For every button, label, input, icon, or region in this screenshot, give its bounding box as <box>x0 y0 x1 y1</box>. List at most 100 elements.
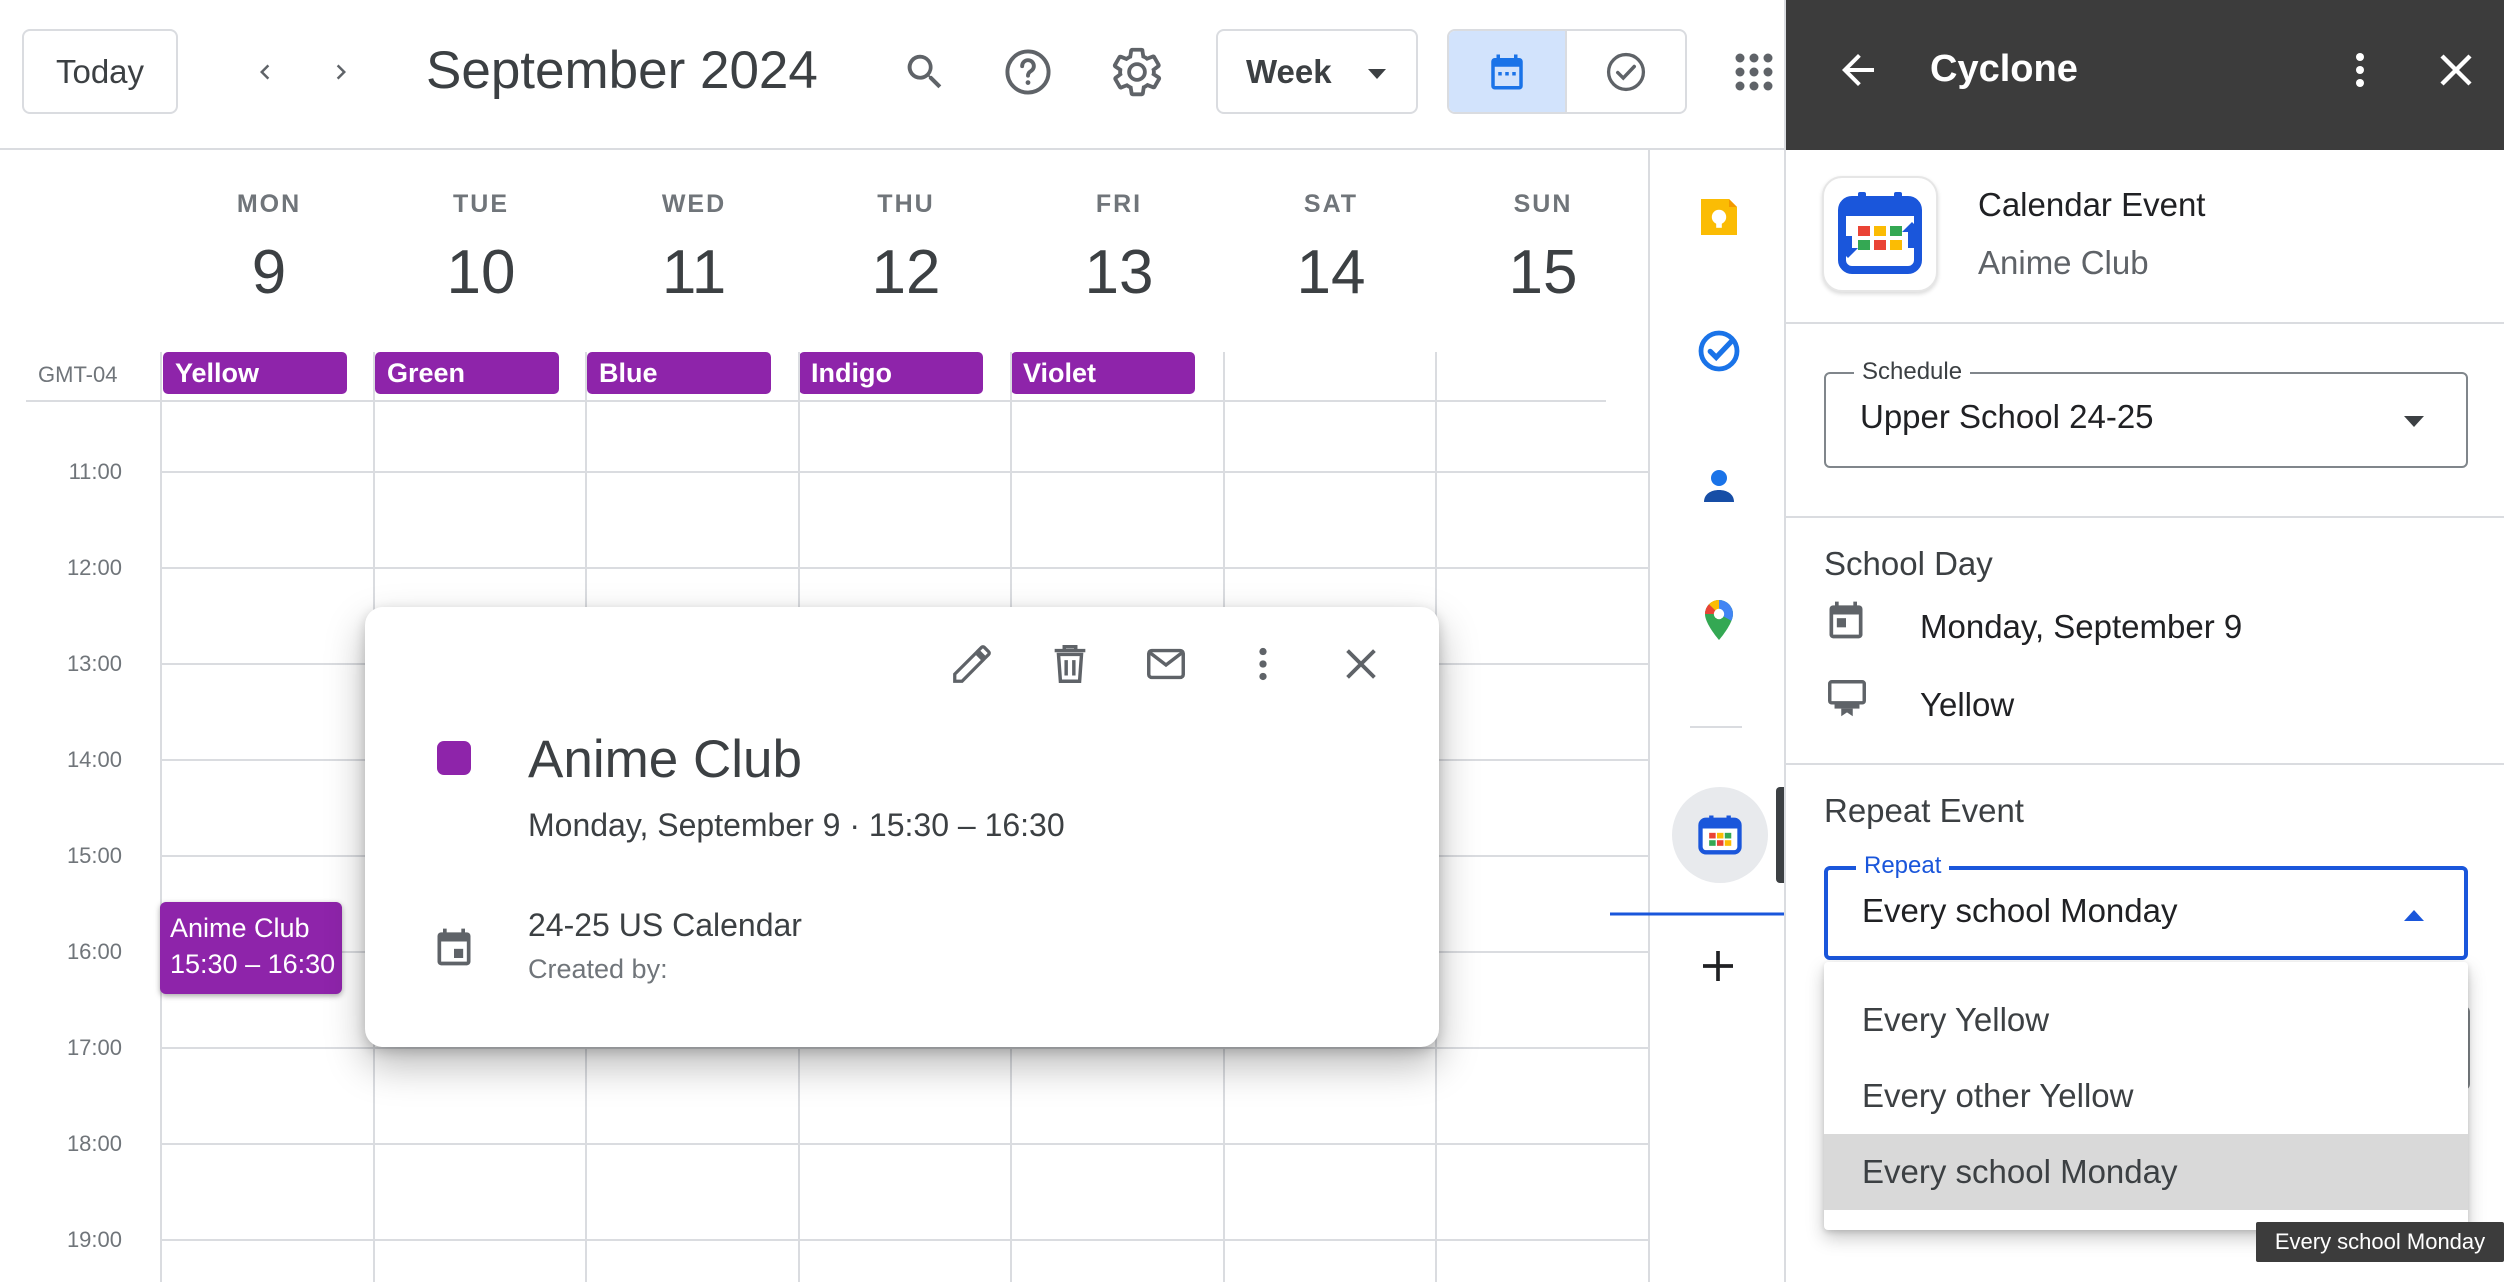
back-arrow-icon[interactable] <box>1834 46 1882 94</box>
calendar-toolbar: Today September 2024 Week <box>0 0 1784 150</box>
repeat-option[interactable]: Every Yellow <box>1824 982 2468 1058</box>
day-header-fri[interactable]: FRI 13 <box>1013 190 1225 308</box>
schedule-select[interactable]: Schedule Upper School 24-25 <box>1824 358 2468 468</box>
calendar-view-icon[interactable] <box>1449 31 1567 112</box>
calendar-day-icon <box>1824 598 1868 642</box>
all-day-chip[interactable]: Yellow <box>163 352 347 394</box>
hour-line <box>160 1143 1650 1145</box>
chevron-down-icon <box>2404 416 2424 427</box>
day-column-divider <box>160 352 162 1282</box>
repeat-event-title: Repeat Event <box>1824 792 2024 829</box>
day-header-sat[interactable]: SAT 14 <box>1225 190 1437 308</box>
gear-icon[interactable] <box>1102 37 1172 107</box>
day-name: TUE <box>453 190 509 218</box>
popover-when: Monday, September 9 · 15:30 – 16:30 <box>528 807 1065 843</box>
day-name: THU <box>877 190 935 218</box>
event-title: Anime Club <box>170 913 310 943</box>
tooltip: Every school Monday <box>2256 1222 2504 1262</box>
search-icon[interactable] <box>890 37 960 107</box>
more-vert-icon[interactable] <box>1240 641 1286 687</box>
more-vert-icon[interactable] <box>2336 46 2384 94</box>
all-day-chip[interactable]: Indigo <box>799 352 983 394</box>
hour-line <box>160 471 1650 473</box>
repeat-options-menu: Every Yellow Every other Yellow Every sc… <box>1824 962 2468 1230</box>
tasks-icon[interactable] <box>1695 327 1743 375</box>
event-details-popover: Anime Club Monday, September 9 · 15:30 –… <box>365 607 1439 1047</box>
chevron-up-icon <box>2404 910 2424 921</box>
hour-label: 12:00 <box>66 555 122 580</box>
trash-icon[interactable] <box>1047 641 1093 687</box>
day-number: 10 <box>446 238 516 307</box>
apps-grid-icon[interactable] <box>1734 52 1774 92</box>
chevron-right-icon[interactable] <box>306 37 376 107</box>
repeat-option-selected[interactable]: Every school Monday <box>1824 1134 2468 1210</box>
popover-created-by: Created by: <box>528 954 668 984</box>
hour-label: 17:00 <box>66 1035 122 1060</box>
hour-label: 15:00 <box>66 843 122 868</box>
day-header-mon[interactable]: MON 9 <box>163 190 375 308</box>
close-icon[interactable] <box>2432 46 2480 94</box>
cyclone-addon-icon[interactable] <box>1694 809 1746 861</box>
app-label: Calendar Event <box>1978 186 2206 223</box>
repeat-value: Every school Monday <box>1862 892 2178 929</box>
day-number: 12 <box>871 238 941 307</box>
event-anime-club[interactable]: Anime Club 15:30 – 16:30 <box>160 902 342 994</box>
day-header-wed[interactable]: WED 11 <box>588 190 800 308</box>
day-number: 9 <box>251 238 287 307</box>
day-number: 14 <box>1296 238 1366 307</box>
school-day-date: Monday, September 9 <box>1920 608 2243 645</box>
day-header-sun[interactable]: SUN 15 <box>1437 190 1649 308</box>
contacts-icon[interactable] <box>1695 462 1743 510</box>
day-number: 11 <box>661 238 727 307</box>
maps-icon[interactable] <box>1695 596 1743 644</box>
all-day-chip[interactable]: Green <box>375 352 559 394</box>
today-button[interactable]: Today <box>22 29 178 114</box>
keep-icon[interactable] <box>1695 193 1743 241</box>
event-time: 15:30 – 16:30 <box>170 949 336 979</box>
add-icon[interactable] <box>1698 946 1738 986</box>
view-select[interactable]: Week <box>1216 29 1418 114</box>
grid-edge <box>1648 150 1650 1282</box>
section-divider <box>1786 516 2504 518</box>
popover-title: Anime Club <box>528 730 802 789</box>
panel-header: Cyclone <box>1786 0 2504 150</box>
close-icon[interactable] <box>1338 641 1384 687</box>
view-toggle <box>1447 29 1687 114</box>
schedule-value: Upper School 24-25 <box>1860 398 2154 435</box>
edit-icon[interactable] <box>949 641 995 687</box>
hour-label: 19:00 <box>66 1227 122 1252</box>
chevron-down-icon <box>1368 69 1386 79</box>
tasks-view-icon[interactable] <box>1567 31 1685 112</box>
panel-title: Cyclone <box>1930 48 2078 90</box>
chevron-left-icon[interactable] <box>230 37 300 107</box>
month-title: September 2024 <box>426 41 818 100</box>
mail-icon[interactable] <box>1143 641 1189 687</box>
popover-calendar-name: 24-25 US Calendar <box>528 907 802 943</box>
repeat-select[interactable]: Repeat Every school Monday <box>1824 852 2468 960</box>
event-name: Anime Club <box>1978 244 2149 281</box>
hour-label: 13:00 <box>66 651 122 676</box>
day-header-thu[interactable]: THU 12 <box>800 190 1012 308</box>
calendar-icon <box>432 925 476 969</box>
school-day-title: School Day <box>1824 545 1993 582</box>
day-name: SAT <box>1303 190 1359 218</box>
repeat-label: Repeat <box>1856 852 1950 880</box>
repeat-option[interactable]: Every other Yellow <box>1824 1058 2468 1134</box>
rail-divider <box>1690 726 1742 728</box>
event-color-swatch <box>437 741 471 775</box>
all-day-chip[interactable]: Violet <box>1011 352 1195 394</box>
all-day-chip[interactable]: Blue <box>587 352 771 394</box>
hour-line <box>160 567 1650 569</box>
view-select-value: Week <box>1246 52 1332 90</box>
hour-line <box>160 1239 1650 1241</box>
section-divider <box>1786 763 2504 765</box>
day-number: 15 <box>1508 238 1578 307</box>
day-name: MON <box>236 190 302 218</box>
hour-label: 16:00 <box>66 939 122 964</box>
active-addon-marker <box>1776 787 1784 883</box>
annotation-arrow-icon <box>1608 899 1808 929</box>
day-header-tue[interactable]: TUE 10 <box>375 190 587 308</box>
cyclone-side-panel: Cyclone Calendar Event Anime Club Schedu… <box>1784 0 2504 1282</box>
help-icon[interactable] <box>993 37 1063 107</box>
timezone-label: GMT-04 <box>38 362 118 387</box>
